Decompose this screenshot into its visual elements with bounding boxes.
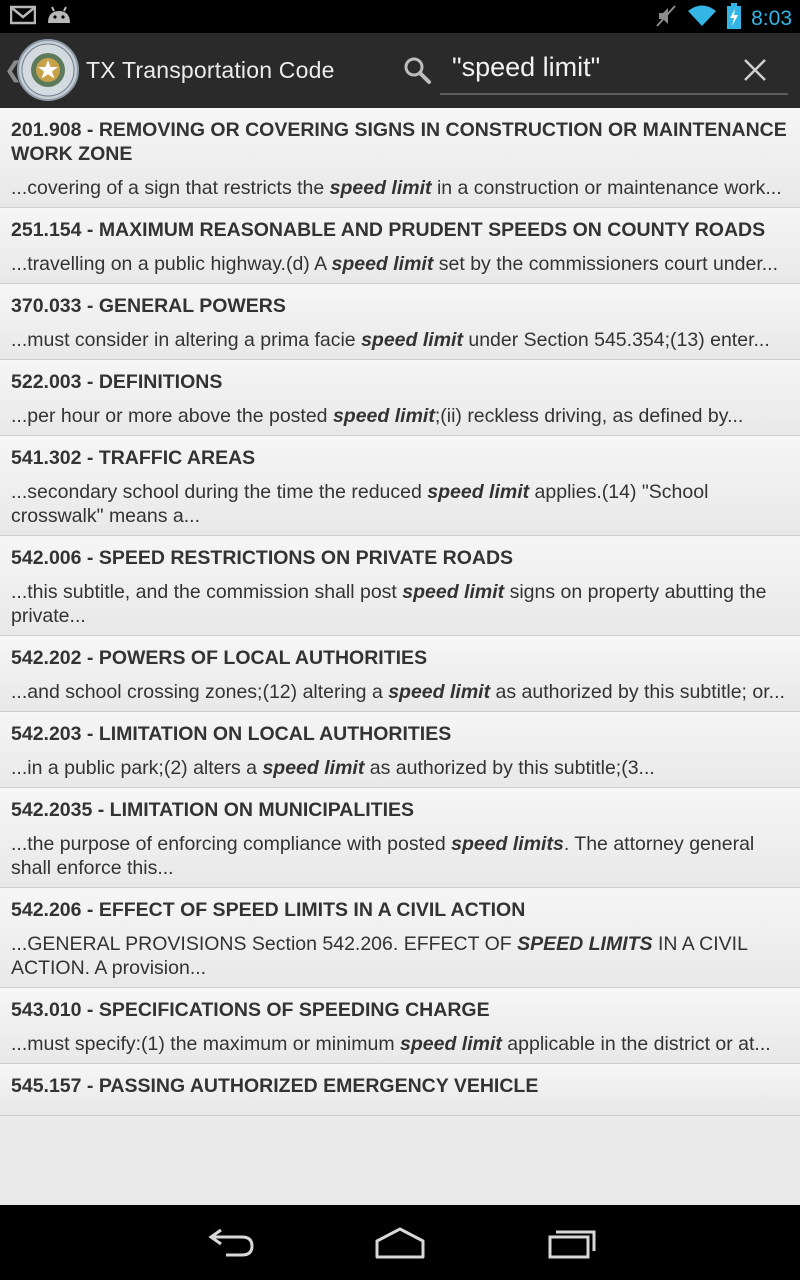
texas-seal-logo[interactable] — [17, 39, 79, 101]
back-icon[interactable] — [202, 1225, 258, 1261]
result-snippet: ...and school crossing zones;(12) alteri… — [11, 681, 785, 703]
result-title: 201.908 - REMOVING OR COVERING SIGNS IN … — [11, 119, 787, 165]
home-icon[interactable] — [372, 1225, 428, 1261]
list-item[interactable]: 522.003 - DEFINITIONS ...per hour or mor… — [0, 360, 800, 436]
search-input[interactable] — [440, 45, 788, 95]
result-snippet: ...must specify:(1) the maximum or minim… — [11, 1033, 771, 1055]
search-highlight: speed limit — [400, 1033, 502, 1055]
navigation-bar — [0, 1205, 800, 1280]
result-snippet: ...must consider in altering a prima fac… — [11, 329, 770, 351]
result-snippet: ...GENERAL PROVISIONS Section 542.206. E… — [11, 933, 748, 979]
list-item[interactable]: 251.154 - MAXIMUM REASONABLE AND PRUDENT… — [0, 208, 800, 284]
wifi-icon — [687, 4, 717, 33]
app-title: TX Transportation Code — [86, 57, 335, 83]
search-highlight: speed limit — [332, 405, 435, 427]
recent-apps-icon[interactable] — [544, 1225, 600, 1261]
result-snippet: ...this subtitle, and the commission sha… — [11, 581, 767, 627]
search-highlight: speed limit — [402, 581, 505, 603]
list-item[interactable]: 201.908 - REMOVING OR COVERING SIGNS IN … — [0, 108, 800, 208]
list-item[interactable]: 542.203 - LIMITATION ON LOCAL AUTHORITIE… — [0, 712, 800, 788]
search-results-list[interactable]: 201.908 - REMOVING OR COVERING SIGNS IN … — [0, 108, 800, 1205]
search-highlight: speed limit — [361, 329, 463, 351]
search-highlight: speed limit — [388, 681, 491, 703]
result-title: 522.003 - DEFINITIONS — [11, 371, 223, 393]
result-snippet: ...in a public park;(2) alters a speed l… — [11, 757, 655, 779]
result-snippet: ...secondary school during the time the … — [11, 481, 709, 527]
search-highlight: SPEED LIMITS — [517, 933, 653, 955]
list-item[interactable]: 542.206 - EFFECT OF SPEED LIMITS IN A CI… — [0, 888, 800, 988]
search-icon[interactable] — [402, 55, 432, 85]
search-highlight: speed limit — [427, 481, 530, 503]
result-snippet: ...travelling on a public highway.(d) A … — [11, 253, 779, 275]
list-item[interactable]: 542.006 - SPEED RESTRICTIONS ON PRIVATE … — [0, 536, 800, 636]
list-item[interactable]: 542.2035 - LIMITATION ON MUNICIPALITIES … — [0, 788, 800, 888]
list-item[interactable]: 541.302 - TRAFFIC AREAS ...secondary sch… — [0, 436, 800, 536]
clock: 8:03 — [751, 6, 792, 30]
result-snippet: ...covering of a sign that restricts the… — [11, 177, 782, 199]
result-title: 545.157 - PASSING AUTHORIZED EMERGENCY V… — [11, 1075, 539, 1097]
android-icon — [46, 5, 72, 30]
search-highlight: speed limits — [451, 833, 564, 855]
list-item[interactable]: 370.033 - GENERAL POWERS ...must conside… — [0, 284, 800, 360]
list-item[interactable]: 542.202 - POWERS OF LOCAL AUTHORITIES ..… — [0, 636, 800, 712]
result-title: 251.154 - MAXIMUM REASONABLE AND PRUDENT… — [11, 219, 766, 241]
list-item[interactable]: 545.157 - PASSING AUTHORIZED EMERGENCY V… — [0, 1064, 800, 1116]
result-snippet: ...the purpose of enforcing compliance w… — [11, 833, 755, 879]
action-bar: ❮ TX Transportation Code — [0, 33, 800, 108]
result-title: 370.033 - GENERAL POWERS — [11, 295, 286, 317]
clear-search-icon[interactable] — [738, 53, 772, 87]
mute-icon — [655, 4, 677, 33]
gmail-icon — [9, 5, 37, 30]
result-title: 542.2035 - LIMITATION ON MUNICIPALITIES — [11, 799, 415, 821]
result-title: 542.202 - POWERS OF LOCAL AUTHORITIES — [11, 647, 428, 669]
status-bar: 8:03 — [0, 0, 800, 33]
search-highlight: speed limit — [329, 177, 432, 199]
result-title: 541.302 - TRAFFIC AREAS — [11, 447, 256, 469]
result-snippet: ...per hour or more above the posted spe… — [11, 405, 744, 427]
result-title: 542.206 - EFFECT OF SPEED LIMITS IN A CI… — [11, 899, 526, 921]
result-title: 542.203 - LIMITATION ON LOCAL AUTHORITIE… — [11, 723, 452, 745]
list-item[interactable]: 543.010 - SPECIFICATIONS OF SPEEDING CHA… — [0, 988, 800, 1064]
search-highlight: speed limit — [331, 253, 434, 275]
search-highlight: speed limit — [262, 757, 365, 779]
result-title: 542.006 - SPEED RESTRICTIONS ON PRIVATE … — [11, 547, 514, 569]
result-title: 543.010 - SPECIFICATIONS OF SPEEDING CHA… — [11, 999, 490, 1021]
battery-charging-icon — [727, 3, 742, 34]
